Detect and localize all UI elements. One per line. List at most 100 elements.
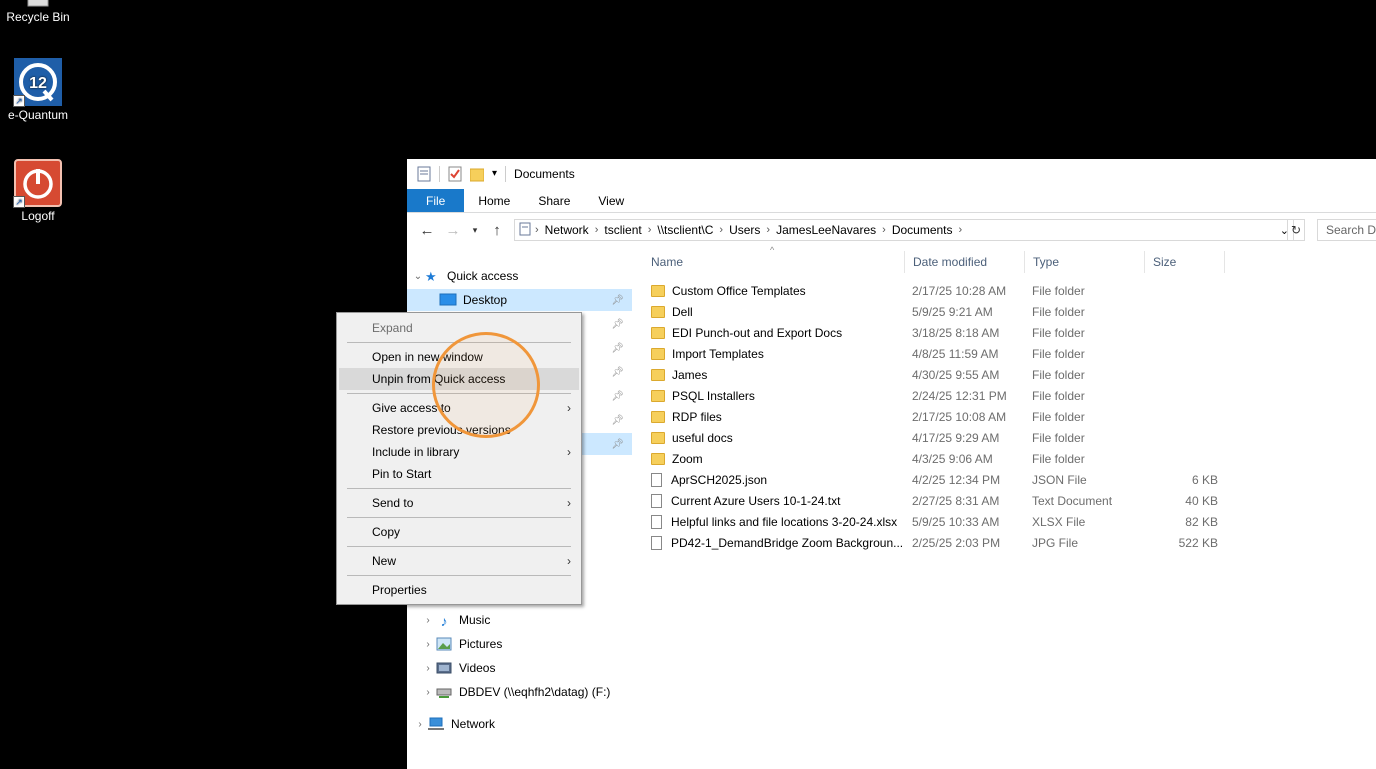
- network-drive-icon: [435, 685, 453, 699]
- column-header-type[interactable]: Type: [1025, 251, 1145, 273]
- desktop-icon-recycle-bin[interactable]: Recycle Bin: [0, 0, 76, 24]
- forward-arrow-icon[interactable]: →: [443, 222, 463, 239]
- new-folder-icon[interactable]: [469, 166, 485, 182]
- pin-icon[interactable]: 📌︎: [611, 343, 624, 354]
- desktop-icon-logoff[interactable]: ↗ Logoff: [0, 159, 76, 223]
- tab-file[interactable]: File: [407, 189, 465, 212]
- nav-desktop[interactable]: Desktop 📌︎: [407, 289, 632, 311]
- breadcrumb-users[interactable]: Users: [723, 223, 766, 237]
- file-row[interactable]: Helpful links and file locations 3-20-24…: [651, 511, 1231, 532]
- desktop-icon-e-quantum[interactable]: 12 ↗ e-Quantum: [0, 58, 76, 122]
- nav-quick-access[interactable]: ⌄ ★ Quick access: [411, 265, 636, 287]
- chevron-right-icon[interactable]: ›: [421, 639, 435, 650]
- nav-label: DBDEV (\\eqhfh2\datag) (F:): [459, 685, 611, 699]
- file-row[interactable]: useful docs 4/17/25 9:29 AM File folder: [651, 427, 1231, 448]
- file-row[interactable]: PD42-1_DemandBridge Zoom Backgroun... 2/2…: [651, 532, 1231, 553]
- menu-item-open-new-window[interactable]: Open in new window: [339, 346, 579, 368]
- file-type: JSON File: [1032, 472, 1087, 487]
- file-size: 6 KB: [1191, 472, 1218, 487]
- file-row[interactable]: Import Templates 4/8/25 11:59 AM File fold…: [651, 343, 1231, 364]
- chevron-right-icon[interactable]: ›: [413, 719, 427, 730]
- refresh-icon[interactable]: ↻: [1287, 219, 1305, 241]
- power-icon: ↗: [13, 159, 62, 208]
- menu-item-new[interactable]: New ›: [339, 550, 579, 572]
- file-row[interactable]: Current Azure Users 10-1-24.txt 2/27/25 8…: [651, 490, 1231, 511]
- menu-item-pin-start[interactable]: Pin to Start: [339, 463, 579, 485]
- file-date-modified: 2/25/25 2:03 PM: [912, 535, 1001, 550]
- search-input[interactable]: Search Do: [1317, 219, 1376, 241]
- menu-item-copy[interactable]: Copy: [339, 521, 579, 543]
- folder-icon: [651, 284, 665, 297]
- file-name: PD42-1_DemandBridge Zoom Backgroun...: [671, 535, 904, 550]
- menu-separator: [347, 546, 571, 547]
- back-arrow-icon[interactable]: ←: [417, 222, 437, 239]
- pin-icon[interactable]: 📌︎: [611, 391, 624, 402]
- file-type: File folder: [1032, 367, 1085, 382]
- context-menu: Expand Open in new window Unpin from Qui…: [336, 312, 582, 605]
- file-name: Dell: [672, 304, 693, 319]
- file-row[interactable]: RDP files 2/17/25 10:08 AM File folder: [651, 406, 1231, 427]
- pin-icon[interactable]: 📌︎: [611, 319, 624, 330]
- nav-dbdev-drive[interactable]: › DBDEV (\\eqhfh2\datag) (F:): [421, 681, 646, 703]
- tab-share[interactable]: Share: [524, 189, 584, 212]
- quick-access-toolbar-dropdown-icon[interactable]: ▾: [492, 168, 497, 179]
- nav-videos[interactable]: › Videos: [421, 657, 646, 679]
- nav-network[interactable]: › Network: [413, 713, 638, 735]
- file-row[interactable]: Custom Office Templates 2/17/25 10:28 AM F…: [651, 280, 1231, 301]
- chevron-down-icon[interactable]: ⌄: [411, 271, 425, 282]
- file-date-modified: 4/17/25 9:29 AM: [912, 430, 1000, 445]
- desktop-icon: [439, 293, 457, 307]
- menu-item-expand[interactable]: Expand: [339, 317, 579, 339]
- breadcrumb-tsclient[interactable]: tsclient: [598, 223, 647, 237]
- menu-item-properties[interactable]: Properties: [339, 579, 579, 601]
- tab-home[interactable]: Home: [464, 189, 524, 212]
- chevron-right-icon[interactable]: ›: [421, 615, 435, 626]
- pin-icon[interactable]: 📌︎: [611, 439, 624, 450]
- menu-item-give-access[interactable]: Give access to ›: [339, 397, 579, 419]
- up-arrow-icon[interactable]: ↑: [487, 222, 507, 239]
- menu-item-include-library[interactable]: Include in library ›: [339, 441, 579, 463]
- column-header-size[interactable]: Size: [1145, 251, 1225, 273]
- checklist-icon[interactable]: [448, 166, 462, 182]
- nav-label: Pictures: [459, 637, 503, 651]
- chevron-right-icon[interactable]: ›: [421, 663, 435, 674]
- file-date-modified: 4/8/25 11:59 AM: [912, 346, 999, 361]
- breadcrumb-documents[interactable]: Documents: [886, 223, 959, 237]
- menu-label: Restore previous versions: [372, 423, 511, 437]
- divider: [439, 165, 440, 182]
- nav-music[interactable]: › ♪ Music: [421, 609, 646, 631]
- menu-label: New: [372, 554, 397, 568]
- breadcrumb-tsclient-c[interactable]: \\tsclient\C: [651, 223, 719, 237]
- file-row[interactable]: EDI Punch-out and Export Docs 3/18/25 8:1…: [651, 322, 1231, 343]
- submenu-arrow-icon: ›: [567, 496, 571, 510]
- column-header-name[interactable]: Name: [643, 251, 905, 273]
- chevron-right-icon[interactable]: ›: [421, 687, 435, 698]
- column-header-date[interactable]: Date modified: [905, 251, 1025, 273]
- breadcrumb-user[interactable]: JamesLeeNavares: [770, 223, 882, 237]
- file-row[interactable]: Zoom 4/3/25 9:06 AM File folder: [651, 448, 1231, 469]
- pin-icon[interactable]: 📌︎: [611, 415, 624, 426]
- file-date-modified: 5/9/25 10:33 AM: [912, 514, 1000, 529]
- breadcrumb-network[interactable]: Network: [539, 223, 595, 237]
- folder-icon: [651, 326, 665, 339]
- menu-item-restore-versions[interactable]: Restore previous versions: [339, 419, 579, 441]
- file-name: RDP files: [672, 409, 722, 424]
- pin-icon[interactable]: 📌︎: [611, 367, 624, 378]
- file-icon: [651, 472, 662, 487]
- file-row[interactable]: Dell 5/9/25 9:21 AM File folder: [651, 301, 1231, 322]
- pin-icon[interactable]: 📌︎: [611, 295, 624, 306]
- recent-locations-chevron-icon[interactable]: ▾: [469, 225, 481, 236]
- music-icon: ♪: [440, 613, 448, 629]
- menu-item-send-to[interactable]: Send to ›: [339, 492, 579, 514]
- file-row[interactable]: AprSCH2025.json 4/2/25 12:34 PM JSON File 6…: [651, 469, 1231, 490]
- file-row[interactable]: PSQL Installers 2/24/25 12:31 PM File fold…: [651, 385, 1231, 406]
- tab-view[interactable]: View: [584, 189, 638, 212]
- menu-item-unpin-quick-access[interactable]: Unpin from Quick access: [339, 368, 579, 390]
- file-date-modified: 4/2/25 12:34 PM: [912, 472, 1001, 487]
- menu-label: Include in library: [372, 445, 460, 459]
- menu-label: Properties: [372, 583, 427, 597]
- address-bar[interactable]: › Network › tsclient › \\tsclient\C › Us…: [514, 219, 1294, 241]
- file-row[interactable]: James 4/30/25 9:55 AM File folder: [651, 364, 1231, 385]
- nav-pictures[interactable]: › Pictures: [421, 633, 646, 655]
- properties-icon[interactable]: [417, 166, 431, 182]
